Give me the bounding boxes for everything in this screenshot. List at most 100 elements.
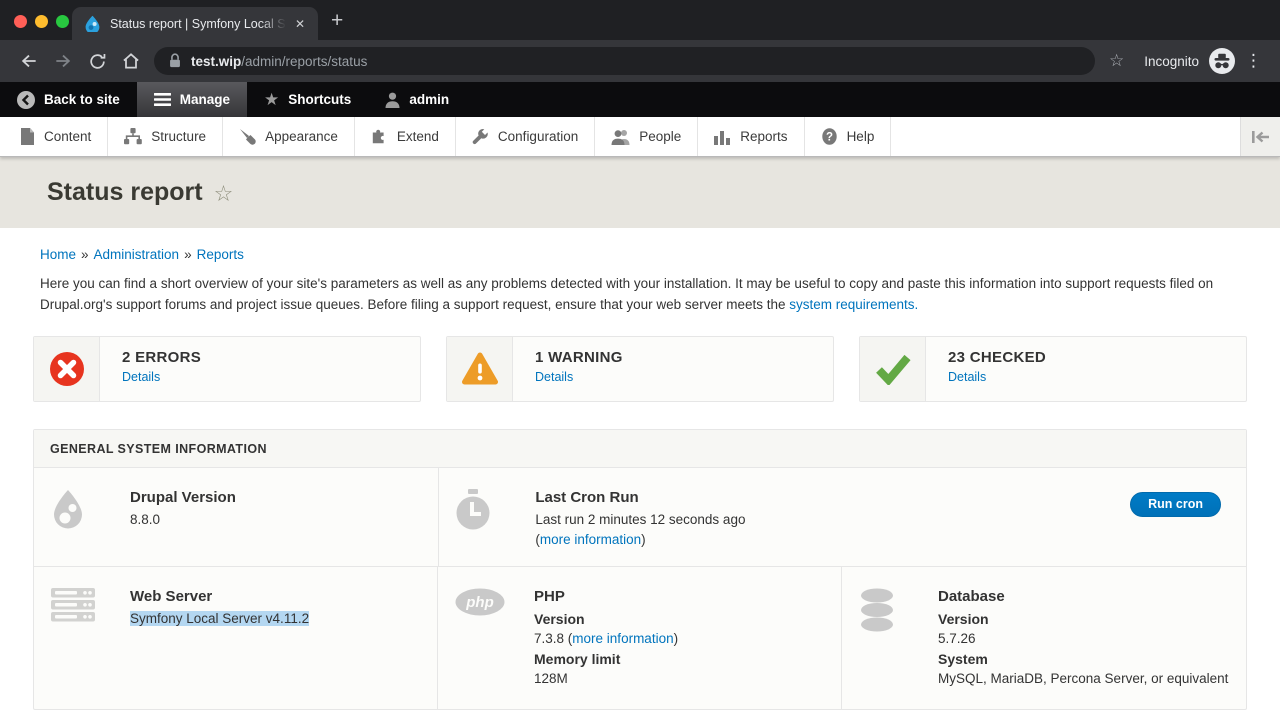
new-tab-button[interactable]: + — [331, 9, 343, 33]
back-icon[interactable] — [12, 46, 46, 76]
menu-item-people[interactable]: People — [595, 117, 698, 156]
address-bar[interactable]: test.wip/admin/reports/status — [154, 47, 1095, 75]
database-cell: Database Version 5.7.26 System MySQL, Ma… — [842, 567, 1246, 709]
web-server-cell: Web Server Symfony Local Server v4.11.2 — [34, 567, 438, 709]
hamburger-icon — [154, 93, 171, 106]
tab-close-icon[interactable]: ✕ — [292, 15, 308, 33]
menu-item-label: Help — [847, 129, 875, 144]
window-minimize-button[interactable] — [35, 15, 48, 28]
php-icon: php — [455, 588, 505, 616]
errors-details-link[interactable]: Details — [122, 370, 160, 384]
php-more-information-link[interactable]: more information — [572, 631, 673, 646]
lock-icon — [168, 53, 182, 69]
window-controls — [14, 15, 69, 28]
back-to-site-label: Back to site — [44, 92, 120, 107]
php-title: PHP — [534, 588, 678, 605]
browser-tabstrip: Status report | Symfony Local Se ✕ + — [0, 0, 1280, 40]
menu-item-appearance[interactable]: Appearance — [223, 117, 355, 156]
database-version-value: 5.7.26 — [938, 629, 1228, 649]
check-icon — [874, 353, 912, 385]
shortcuts-label: Shortcuts — [288, 92, 351, 107]
browser-tab[interactable]: Status report | Symfony Local Se ✕ — [72, 7, 318, 40]
checked-details-link[interactable]: Details — [948, 370, 986, 384]
menu-item-structure[interactable]: Structure — [108, 117, 223, 156]
document-icon — [20, 128, 35, 145]
warnings-count: 1 WARNING — [535, 349, 623, 366]
checked-card-icon-cell — [860, 337, 926, 401]
menu-item-reports[interactable]: Reports — [698, 117, 804, 156]
manage-label: Manage — [180, 92, 230, 107]
section-row-2: Web Server Symfony Local Server v4.11.2 … — [34, 567, 1246, 709]
server-icon — [51, 588, 95, 622]
database-title: Database — [938, 588, 1228, 605]
drupal-menu-bar: Content Structure Appearance Extend Conf… — [0, 117, 1280, 157]
tab-title-fade — [260, 17, 286, 31]
bookmark-star-icon[interactable]: ☆ — [1103, 51, 1130, 71]
drupal-version-value: 8.8.0 — [130, 510, 236, 530]
page-header: Status report ☆ — [0, 157, 1280, 228]
database-version-label: Version — [938, 609, 1228, 629]
error-icon — [49, 351, 85, 387]
breadcrumb-administration-link[interactable]: Administration — [94, 247, 180, 262]
menu-item-configuration[interactable]: Configuration — [456, 117, 595, 156]
back-to-site-button[interactable]: Back to site — [0, 82, 137, 117]
page-title: Status report — [47, 178, 203, 207]
manage-button[interactable]: Manage — [137, 82, 247, 117]
browser-menu-icon[interactable]: ⋮ — [1235, 51, 1268, 71]
url-path: /admin/reports/status — [241, 54, 367, 69]
admin-user-button[interactable]: admin — [368, 82, 466, 117]
shortcuts-button[interactable]: ★ Shortcuts — [247, 82, 368, 117]
puzzle-icon — [371, 128, 388, 145]
database-system-value: MySQL, MariaDB, Percona Server, or equiv… — [938, 669, 1228, 689]
run-cron-button[interactable]: Run cron — [1130, 492, 1221, 517]
shortcuts-star-icon: ★ — [264, 91, 279, 108]
collapse-arrow-icon — [1252, 131, 1269, 143]
php-version-label: Version — [534, 609, 678, 629]
drupal-favicon-icon — [84, 15, 101, 32]
php-memory-value: 128M — [534, 669, 678, 689]
breadcrumb-home-link[interactable]: Home — [40, 247, 76, 262]
reload-icon[interactable] — [80, 46, 114, 76]
breadcrumb-reports-link[interactable]: Reports — [197, 247, 244, 262]
toolbar-collapse-button[interactable] — [1240, 117, 1280, 156]
favorite-star-icon[interactable]: ☆ — [214, 183, 234, 205]
system-requirements-link[interactable]: system requirements. — [789, 297, 918, 312]
intro-paragraph: Here you can find a short overview of yo… — [40, 273, 1240, 315]
paren: ) — [641, 532, 646, 547]
checked-card: 23 CHECKED Details — [859, 336, 1247, 402]
breadcrumb-separator: » — [184, 247, 192, 262]
menu-item-help[interactable]: ? Help — [805, 117, 892, 156]
back-circle-icon — [17, 91, 35, 109]
last-cron-run-status: Last run 2 minutes 12 seconds ago — [535, 510, 745, 530]
incognito-icon — [1209, 48, 1235, 74]
database-icon — [859, 588, 895, 632]
general-system-information: GENERAL SYSTEM INFORMATION Drupal Versio… — [33, 429, 1247, 710]
sitemap-icon — [124, 128, 142, 145]
menu-item-label: People — [639, 129, 681, 144]
status-summary-cards: 2 ERRORS Details 1 WARNING Details — [33, 336, 1247, 402]
warnings-details-link[interactable]: Details — [535, 370, 573, 384]
window-maximize-button[interactable] — [56, 15, 69, 28]
breadcrumb-separator: » — [81, 247, 89, 262]
wrench-icon — [472, 128, 489, 145]
druplicon-icon — [51, 489, 85, 529]
menu-item-content[interactable]: Content — [0, 117, 108, 156]
tab-title: Status report | Symfony Local Se — [110, 17, 286, 31]
php-memory-label: Memory limit — [534, 649, 678, 669]
section-row-1: Drupal Version 8.8.0 Last Cron Run Last … — [34, 468, 1246, 567]
forward-icon[interactable] — [46, 46, 80, 76]
warnings-card-icon-cell — [447, 337, 513, 401]
menu-item-extend[interactable]: Extend — [355, 117, 456, 156]
errors-count: 2 ERRORS — [122, 349, 201, 366]
menu-spacer — [891, 117, 1240, 156]
menu-item-label: Configuration — [498, 129, 578, 144]
section-title: GENERAL SYSTEM INFORMATION — [34, 430, 1246, 468]
home-icon[interactable] — [114, 46, 148, 76]
incognito-label: Incognito — [1144, 54, 1199, 69]
menu-item-label: Extend — [397, 129, 439, 144]
web-server-value-selected: Symfony Local Server v4.11.2 — [130, 611, 309, 626]
menu-item-label: Reports — [740, 129, 787, 144]
barchart-icon — [714, 129, 731, 145]
window-close-button[interactable] — [14, 15, 27, 28]
cron-more-information-link[interactable]: more information — [540, 532, 641, 547]
